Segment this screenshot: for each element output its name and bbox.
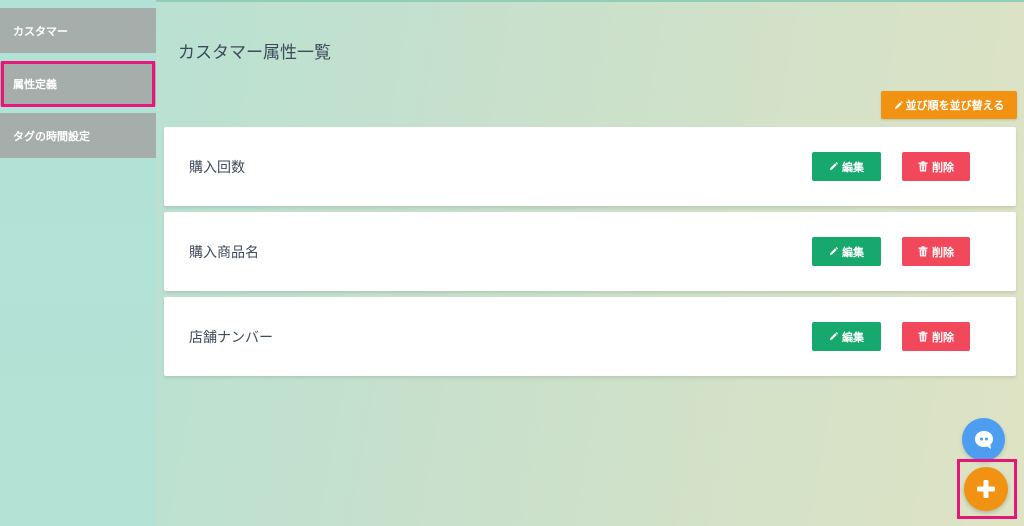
sidebar-item-label: 属性定義 [13, 78, 57, 91]
chat-button[interactable] [962, 418, 1005, 461]
delete-button[interactable]: 削除 [902, 152, 970, 181]
delete-button-label: 削除 [932, 330, 954, 344]
edit-button-label: 編集 [842, 160, 864, 174]
attribute-name: 店舗ナンバー [189, 329, 273, 346]
pencil-icon [894, 100, 903, 110]
delete-button[interactable]: 削除 [902, 322, 970, 351]
sidebar-item-tag-time-settings[interactable]: タグの時間設定 [0, 113, 156, 158]
trash-icon [918, 161, 928, 172]
sort-order-button[interactable]: 並び順を並び替える [881, 91, 1017, 119]
page-title: カスタマー属性一覧 [178, 43, 331, 63]
sort-order-button-label: 並び順を並び替える [905, 100, 1005, 112]
pencil-icon [829, 247, 838, 256]
edit-button[interactable]: 編集 [812, 237, 881, 266]
delete-button[interactable]: 削除 [902, 237, 970, 266]
add-attribute-button[interactable] [964, 467, 1008, 511]
chat-bubble-icon [973, 430, 995, 450]
trash-icon [918, 331, 928, 342]
attribute-card: 購入商品名 編集 削除 [164, 212, 1016, 291]
attribute-card: 購入回数 編集 削除 [164, 127, 1016, 206]
sidebar: カスタマー 属性定義 タグの時間設定 [0, 0, 156, 526]
delete-button-label: 削除 [932, 160, 954, 174]
attribute-name: 購入回数 [189, 159, 245, 176]
pencil-icon [829, 332, 838, 341]
sidebar-item-label: カスタマー [13, 24, 68, 38]
plus-icon [975, 478, 997, 500]
trash-icon [918, 246, 928, 257]
sidebar-item-label: タグの時間設定 [13, 129, 90, 143]
attribute-name: 購入商品名 [189, 244, 259, 261]
edit-button-label: 編集 [842, 330, 864, 344]
edit-button[interactable]: 編集 [812, 152, 881, 181]
attribute-card: 店舗ナンバー 編集 削除 [164, 297, 1016, 376]
sidebar-item-customer[interactable]: カスタマー [0, 8, 156, 53]
edit-button[interactable]: 編集 [812, 322, 881, 351]
sidebar-item-attribute-definition[interactable]: 属性定義 [0, 62, 156, 106]
pencil-icon [829, 162, 838, 171]
edit-button-label: 編集 [842, 245, 864, 259]
delete-button-label: 削除 [932, 245, 954, 259]
